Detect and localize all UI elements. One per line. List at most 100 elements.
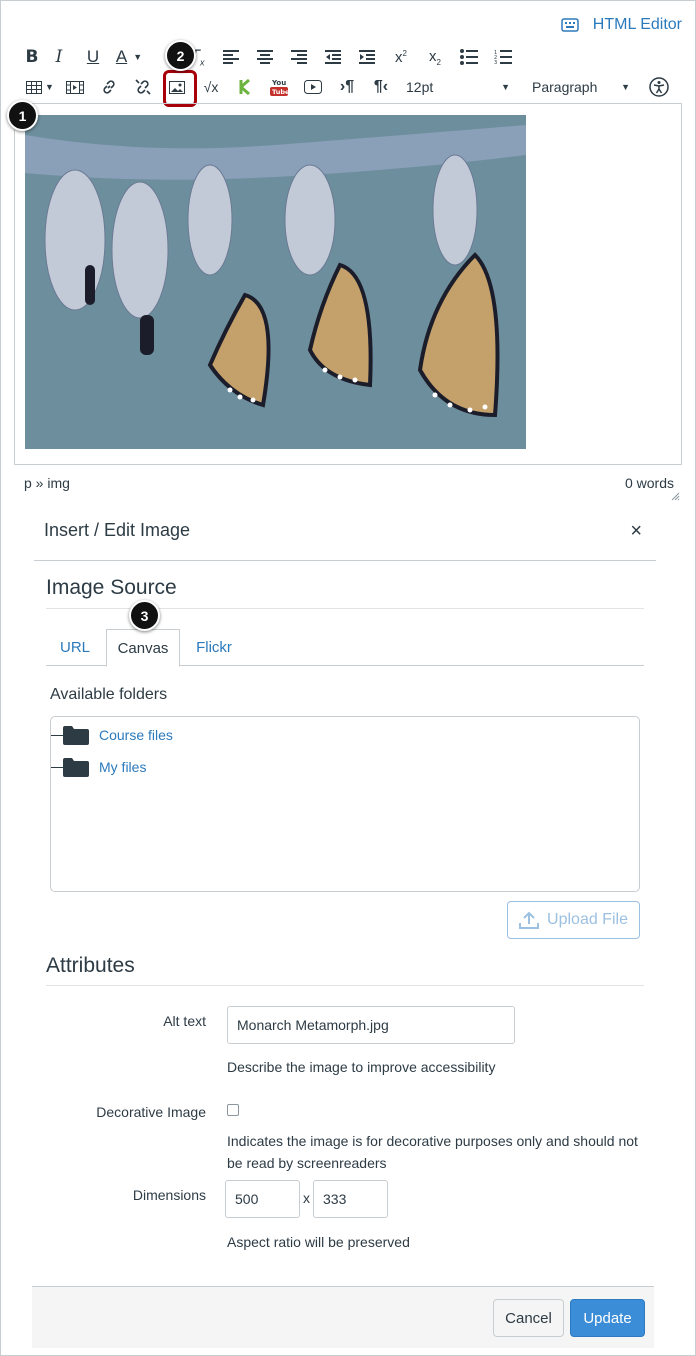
superscript-icon: x2: [395, 48, 407, 66]
caret-down-icon: ▼: [45, 82, 54, 92]
link-button[interactable]: [92, 75, 126, 99]
bullet-list-button[interactable]: [452, 45, 486, 69]
indent-button[interactable]: [350, 45, 384, 69]
unlink-icon: [135, 79, 151, 95]
alt-text-hint: Describe the image to improve accessibil…: [227, 1059, 496, 1075]
paragraph-rtl-icon: ¶‹: [373, 78, 389, 95]
outdent-icon: [325, 50, 341, 64]
font-size-select[interactable]: 12pt ▼: [398, 75, 518, 99]
aspect-ratio-hint: Aspect ratio will be preserved: [227, 1234, 410, 1250]
align-center-icon: [257, 50, 273, 64]
folder-tree: Course files My files: [50, 716, 640, 892]
film-icon: [66, 80, 84, 94]
align-left-button[interactable]: [214, 45, 248, 69]
block-format-value: Paragraph: [532, 79, 598, 95]
numbered-list-icon: 123: [494, 50, 512, 65]
tab-url[interactable]: URL: [46, 629, 104, 666]
html-editor-link[interactable]: HTML Editor: [561, 16, 682, 34]
accessibility-checker-button[interactable]: [642, 75, 676, 99]
accessibility-icon: [649, 77, 669, 97]
dimensions-label: Dimensions: [132, 1187, 206, 1203]
font-size-value: 12pt: [406, 79, 434, 95]
bold-button[interactable]: B: [22, 45, 42, 69]
toolbar-row-1: B I U A▼ ▼ Tx x2 x2 123: [22, 45, 520, 69]
height-input[interactable]: [313, 1180, 388, 1218]
square-root-icon: √x: [203, 79, 219, 95]
svg-text:3: 3: [494, 60, 497, 65]
upload-icon: [519, 911, 540, 929]
outdent-button[interactable]: [316, 45, 350, 69]
section-divider: [46, 985, 644, 986]
link-icon: [103, 80, 115, 94]
superscript-button[interactable]: x2: [384, 45, 418, 69]
dialog-divider: [34, 560, 656, 561]
image-button-highlight: [163, 70, 197, 107]
callout-badge-1: 1: [7, 100, 38, 131]
caret-down-icon: ▼: [621, 82, 630, 92]
update-button[interactable]: Update: [570, 1299, 645, 1337]
tree-connector: [51, 766, 63, 768]
folder-item-my-files[interactable]: My files: [51, 757, 146, 777]
folder-icon: [63, 758, 89, 777]
table-button[interactable]: ▼: [22, 75, 58, 99]
word-count: 0 words: [624, 475, 674, 491]
svg-text:Tube: Tube: [272, 88, 288, 96]
bullet-list-icon: [460, 49, 478, 65]
indent-icon: [359, 50, 375, 64]
kaltura-button[interactable]: [228, 75, 262, 99]
upload-file-button[interactable]: Upload File: [507, 901, 640, 939]
close-icon[interactable]: ×: [630, 520, 642, 543]
attributes-heading: Attributes: [46, 954, 135, 977]
toolbar-row-2: ▼ √x You Tube ›¶ ¶‹ 12pt ▼ Paragraph ▼: [22, 75, 676, 99]
dialog-title: Insert / Edit Image: [44, 520, 191, 540]
video-button[interactable]: [296, 75, 330, 99]
play-icon: [304, 80, 322, 94]
paragraph-ltr-icon: ›¶: [339, 78, 355, 95]
caret-down-icon: ▼: [133, 52, 143, 62]
decorative-image-checkbox[interactable]: [227, 1104, 239, 1116]
callout-badge-3: 3: [129, 600, 160, 631]
folder-item-course-files[interactable]: Course files: [51, 725, 173, 745]
tab-flickr[interactable]: Flickr: [182, 629, 246, 666]
italic-button[interactable]: I: [42, 45, 76, 69]
youtube-button[interactable]: You Tube: [262, 75, 296, 99]
numbered-list-button[interactable]: 123: [486, 45, 520, 69]
folder-name[interactable]: Course files: [99, 727, 173, 743]
underline-button[interactable]: U: [76, 45, 110, 69]
folder-name[interactable]: My files: [99, 759, 146, 775]
media-button[interactable]: [58, 75, 92, 99]
equation-button[interactable]: √x: [194, 75, 228, 99]
html-editor-label: HTML Editor: [592, 16, 682, 33]
folder-icon: [63, 726, 89, 745]
monarch-metamorphosis-image[interactable]: [25, 115, 526, 449]
block-format-select[interactable]: Paragraph ▼: [518, 75, 634, 99]
dimension-separator: x: [303, 1190, 310, 1206]
element-path: p » img: [24, 475, 70, 491]
align-right-button[interactable]: [282, 45, 316, 69]
align-right-icon: [291, 50, 307, 64]
width-input[interactable]: [225, 1180, 300, 1218]
decorative-hint-line-2: be read by screenreaders: [227, 1155, 387, 1171]
image-source-heading: Image Source: [46, 576, 177, 599]
subscript-icon: x2: [429, 47, 441, 67]
image-source-tabs: URL Canvas Flickr: [46, 629, 644, 667]
subscript-button[interactable]: x2: [418, 45, 452, 69]
ltr-button[interactable]: ›¶: [330, 75, 364, 99]
unlink-button[interactable]: [126, 75, 160, 99]
alt-text-input[interactable]: [227, 1006, 515, 1044]
alt-text-label: Alt text: [163, 1013, 206, 1029]
upload-file-label: Upload File: [547, 911, 628, 928]
text-color-icon: A: [115, 47, 128, 66]
tab-canvas[interactable]: Canvas: [106, 629, 180, 667]
kaltura-k-icon: [239, 79, 250, 95]
keyboard-icon: [561, 18, 579, 32]
table-icon: [26, 80, 43, 94]
caret-down-icon: ▼: [501, 82, 510, 92]
rtl-button[interactable]: ¶‹: [364, 75, 398, 99]
cancel-button[interactable]: Cancel: [493, 1299, 564, 1337]
align-center-button[interactable]: [248, 45, 282, 69]
tree-connector: [51, 734, 63, 736]
text-color-button[interactable]: A ▼: [110, 45, 148, 69]
resize-handle-icon[interactable]: [670, 488, 680, 501]
youtube-icon: YouTube: [270, 79, 288, 96]
